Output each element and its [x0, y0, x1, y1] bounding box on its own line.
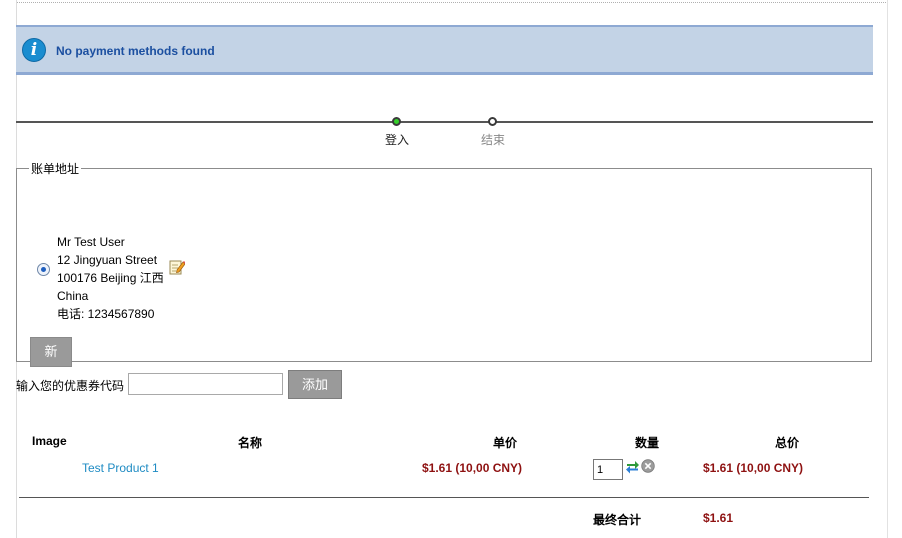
step-finish-label: 结束: [481, 133, 506, 147]
address-radio[interactable]: [37, 263, 50, 276]
address-block: Mr Test User 12 Jingyuan Street 100176 B…: [57, 233, 164, 323]
right-page-edge: [887, 0, 888, 538]
coupon-label: 输入您的优惠券代码: [16, 379, 125, 393]
checkout-progress-line: [16, 121, 873, 123]
update-quantity-icon[interactable]: [625, 459, 640, 474]
row-total-price: $1.61 (10,00 CNY): [703, 461, 804, 475]
address-street: 12 Jingyuan Street: [57, 253, 158, 267]
step-finish-dot: [488, 117, 497, 126]
unit-price: $1.61 (10,00 CNY): [422, 461, 523, 475]
coupon-input[interactable]: [128, 373, 283, 395]
remove-item-icon[interactable]: [641, 459, 655, 473]
info-icon: i: [22, 38, 46, 62]
grand-total-value: $1.61: [703, 511, 734, 525]
cart-summary-divider: [19, 497, 869, 498]
column-header-image: Image: [32, 434, 67, 448]
column-header-total: 总价: [775, 436, 800, 450]
column-header-unit-price: 单价: [493, 436, 518, 450]
step-login-label[interactable]: 登入: [385, 131, 409, 148]
top-dotted-border: [16, 2, 888, 3]
address-phone: 电话: 1234567890: [57, 307, 155, 321]
grand-total-label: 最终合计: [593, 513, 642, 527]
quantity-input[interactable]: [593, 459, 623, 480]
radio-selected-dot: [41, 267, 46, 272]
address-country: China: [57, 289, 89, 303]
new-address-button[interactable]: 新: [30, 337, 72, 367]
address-city: 100176 Beijing 江西: [57, 271, 164, 285]
column-header-name: 名称: [238, 436, 263, 450]
billing-address-section: 账单地址 Mr Test User 12 Jingyuan Street 100…: [16, 160, 872, 367]
product-link[interactable]: Test Product 1: [82, 461, 159, 475]
step-login-dot: [392, 117, 401, 126]
add-coupon-button[interactable]: 添加: [288, 370, 342, 399]
edit-address-icon[interactable]: [169, 259, 185, 275]
billing-address-legend: 账单地址: [31, 162, 80, 176]
info-notice: i No payment methods found: [16, 25, 873, 75]
notice-message: No payment methods found: [56, 44, 215, 58]
address-name: Mr Test User: [57, 235, 125, 249]
column-header-quantity: 数量: [635, 436, 660, 450]
